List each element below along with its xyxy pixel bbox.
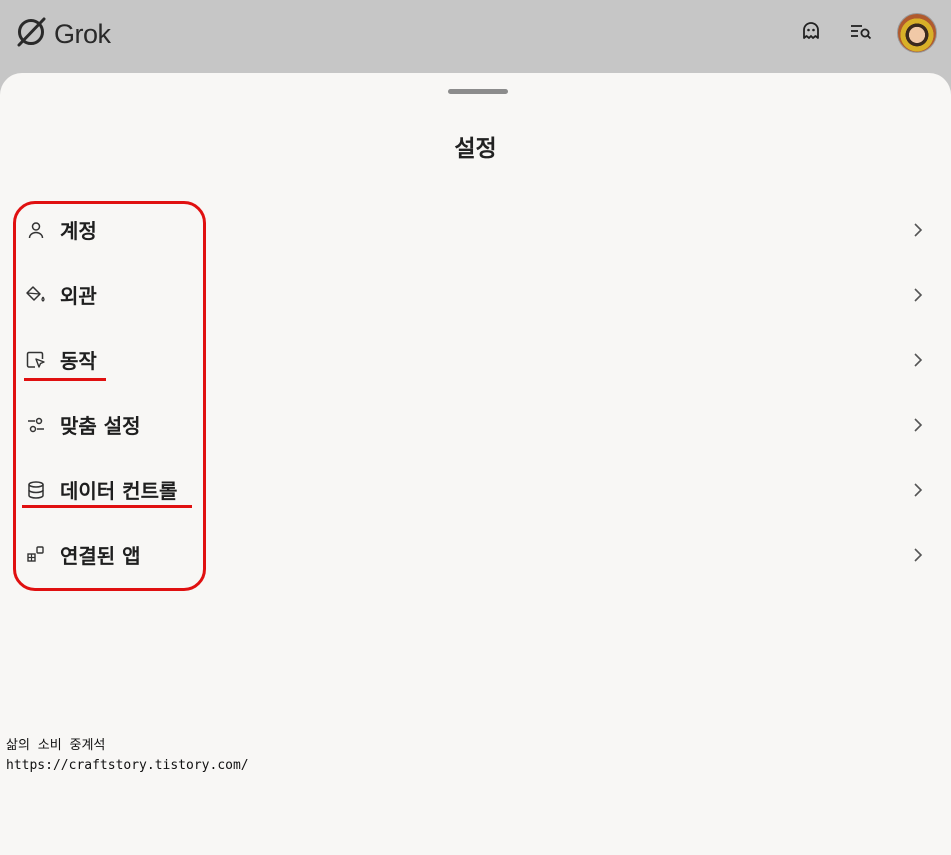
menu-item-behavior[interactable]: 동작: [0, 327, 951, 392]
menu-item-data-controls[interactable]: 데이터 컨트롤: [0, 457, 951, 522]
brand-name: Grok: [54, 18, 111, 49]
menu-item-appearance[interactable]: 외관: [0, 262, 951, 327]
search-list-icon: [849, 20, 873, 46]
grok-logo-icon: [14, 15, 48, 53]
history-search-button[interactable]: [847, 19, 875, 47]
menu-label: 맞춤 설정: [60, 414, 141, 438]
database-icon: [24, 478, 48, 502]
chevron-right-icon: [911, 417, 925, 432]
menu-label: 동작: [60, 349, 97, 373]
top-actions: [797, 13, 937, 53]
sliders-icon: [24, 413, 48, 437]
menu-item-account[interactable]: 계정: [0, 197, 951, 262]
ghost-icon: [800, 20, 822, 46]
watermark: 삶의 소비 중계석 https://craftstory.tistory.com…: [6, 736, 249, 776]
user-avatar[interactable]: [897, 13, 937, 53]
menu-item-connected-apps[interactable]: 연결된 앱: [0, 522, 951, 587]
ghost-button[interactable]: [797, 19, 825, 47]
menu-item-customization[interactable]: 맞춤 설정: [0, 392, 951, 457]
chevron-right-icon: [911, 547, 925, 562]
chevron-right-icon: [911, 482, 925, 497]
menu-label: 연결된 앱: [60, 544, 141, 568]
paint-bucket-icon: [24, 283, 48, 307]
drag-handle[interactable]: [448, 89, 508, 94]
brand-logo[interactable]: Grok: [14, 14, 111, 54]
chevron-right-icon: [911, 352, 925, 367]
menu-label: 계정: [60, 219, 97, 243]
chevron-right-icon: [911, 222, 925, 237]
settings-menu: 계정 외관 동작 맞춤 설정 데이터 컨트롤 연결된 앱: [0, 197, 951, 587]
menu-label: 데이터 컨트롤: [60, 479, 178, 503]
cursor-window-icon: [24, 348, 48, 372]
watermark-url: https://craftstory.tistory.com/: [6, 758, 249, 773]
top-bar: Grok: [0, 0, 951, 72]
watermark-title: 삶의 소비 중계석: [6, 738, 106, 753]
sheet-title: 설정: [454, 136, 497, 162]
chevron-right-icon: [911, 287, 925, 302]
apps-grid-icon: [24, 543, 48, 567]
menu-label: 외관: [60, 284, 97, 308]
user-icon: [24, 218, 48, 242]
